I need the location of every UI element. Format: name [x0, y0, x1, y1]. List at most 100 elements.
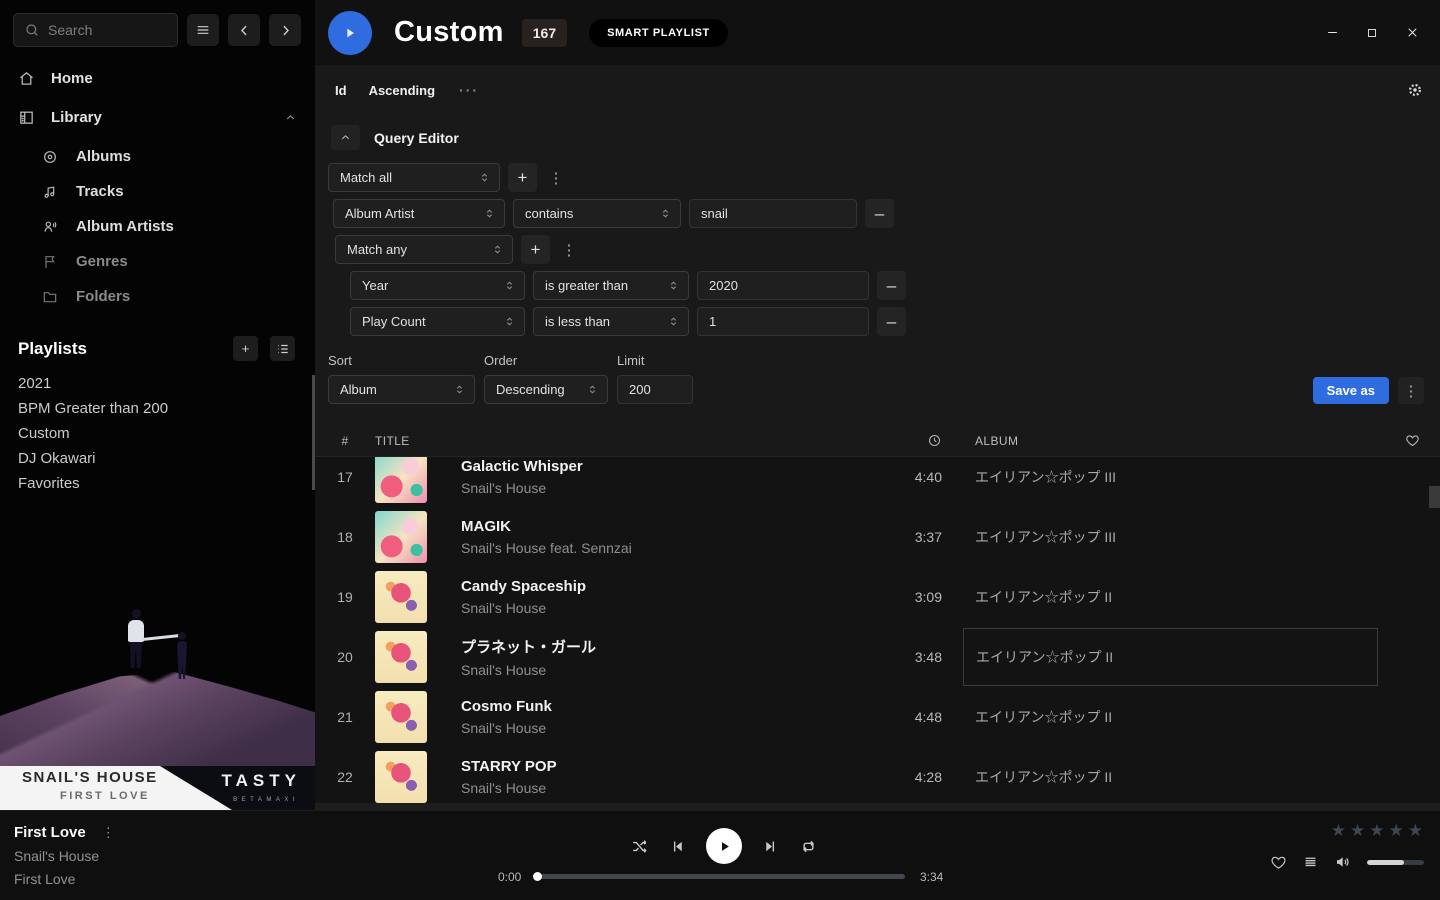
playlist-item[interactable]: BPM Greater than 200 [0, 396, 315, 421]
star-icon[interactable]: ★ [1369, 821, 1385, 841]
toolbar-more-button[interactable]: ··· [459, 82, 479, 98]
track-album[interactable]: エイリアン☆ポップ III [954, 507, 1384, 567]
play-pause-button[interactable] [706, 828, 742, 864]
track-artist[interactable]: Snail's House [461, 480, 874, 496]
remove-rule-button[interactable]: – [877, 307, 906, 336]
collapse-query-editor-button[interactable] [331, 125, 360, 150]
queue-button[interactable] [1302, 854, 1319, 871]
search-input[interactable] [48, 22, 166, 38]
track-album-focused-cell[interactable]: エイリアン☆ポップ II [963, 628, 1378, 686]
group-menu-button[interactable]: ⋮ [545, 163, 567, 192]
volume-button[interactable] [1334, 853, 1352, 871]
rule-operator-select[interactable]: is greater than [533, 271, 689, 300]
track-artist[interactable]: Snail's House feat. Sennzai [461, 540, 874, 556]
now-playing-artist[interactable]: Snail's House [14, 848, 115, 864]
playlist-item[interactable]: 2021 [0, 371, 315, 396]
star-icon[interactable]: ★ [1331, 821, 1347, 841]
add-rule-button[interactable]: + [521, 235, 550, 264]
rule-field-select[interactable]: Album Artist [333, 199, 505, 228]
list-toolbar: Id Ascending ··· [315, 65, 1440, 115]
shuffle-button[interactable] [630, 837, 649, 856]
table-row[interactable]: 21 Cosmo Funk Snail's House 4:48 エイリアン☆ポ… [315, 687, 1440, 747]
save-menu-button[interactable]: ⋮ [1398, 377, 1424, 404]
header-title[interactable]: TITLE [375, 434, 874, 448]
select-value: is greater than [545, 278, 628, 293]
sort-select[interactable]: Album [328, 375, 475, 404]
chevron-up-icon[interactable] [284, 111, 297, 124]
save-as-button[interactable]: Save as [1313, 377, 1389, 404]
track-artist[interactable]: Snail's House [461, 662, 874, 678]
rule-operator-select[interactable]: contains [513, 199, 681, 228]
menu-button[interactable] [187, 14, 219, 46]
header-num[interactable]: # [315, 434, 375, 448]
window-minimize-button[interactable] [1312, 13, 1352, 53]
track-album[interactable]: エイリアン☆ポップ II [954, 567, 1384, 627]
star-icon[interactable]: ★ [1350, 821, 1366, 841]
rule-value-input[interactable] [689, 199, 857, 228]
track-album[interactable]: エイリアン☆ポップ II [954, 687, 1384, 747]
sidebar-item-library[interactable]: Library [0, 98, 315, 137]
add-playlist-button[interactable]: + [233, 336, 258, 361]
star-icon[interactable]: ★ [1389, 821, 1405, 841]
playlist-item[interactable]: Custom [0, 421, 315, 446]
rule-operator-select[interactable]: is less than [533, 307, 689, 336]
sidebar-item-genres[interactable]: Genres [0, 244, 315, 279]
remove-rule-button[interactable]: – [877, 271, 906, 300]
sidebar-item-album-artists[interactable]: Album Artists [0, 209, 315, 244]
track-artist[interactable]: Snail's House [461, 720, 874, 736]
playlist-list-button[interactable] [270, 336, 295, 361]
sidebar-item-albums[interactable]: Albums [0, 139, 315, 174]
track-artist[interactable]: Snail's House [461, 600, 874, 616]
nav-back-button[interactable] [228, 14, 260, 46]
track-list: # TITLE ALBUM 17 [315, 425, 1440, 810]
track-album[interactable]: エイリアン☆ポップ II [954, 747, 1384, 807]
list-settings-button[interactable] [1406, 81, 1424, 99]
header-album[interactable]: ALBUM [954, 434, 1384, 448]
volume-slider[interactable] [1367, 860, 1424, 865]
window-close-button[interactable] [1392, 13, 1432, 53]
nav-forward-button[interactable] [269, 14, 301, 46]
star-icon[interactable]: ★ [1408, 821, 1424, 841]
rule-value-input[interactable] [697, 271, 869, 300]
table-row[interactable]: 22 STARRY POP Snail's House 4:28 エイリアン☆ポ… [315, 747, 1440, 807]
now-playing-album-art[interactable]: SNAIL'S HOUSE FIRST LOVE TASTY BETAMAXI [0, 495, 315, 810]
favorite-button[interactable] [1270, 854, 1287, 871]
sort-field-button[interactable]: Id [335, 83, 347, 98]
header-favorite[interactable] [1384, 433, 1440, 448]
now-playing-menu-button[interactable]: ⋮ [102, 825, 115, 841]
rule-field-select[interactable]: Play Count [350, 307, 525, 336]
sidebar-item-home[interactable]: Home [0, 59, 315, 98]
sidebar-item-label: Folders [76, 288, 130, 305]
rule-value-input[interactable] [697, 307, 869, 336]
rule-field-select[interactable]: Year [350, 271, 525, 300]
remove-rule-button[interactable]: – [865, 199, 894, 228]
sidebar-item-tracks[interactable]: Tracks [0, 174, 315, 209]
sidebar-item-folders[interactable]: Folders [0, 279, 315, 314]
table-row[interactable]: 20 プラネット・ガール Snail's House 3:48 エイリアン☆ポッ… [315, 627, 1440, 687]
track-list-horizontal-scrollbar[interactable] [315, 803, 1440, 810]
seek-bar[interactable] [535, 874, 905, 879]
next-track-button[interactable] [762, 838, 779, 855]
match-type-select[interactable]: Match all [328, 163, 500, 192]
previous-track-button[interactable] [669, 838, 686, 855]
add-rule-button[interactable]: + [508, 163, 537, 192]
header-duration[interactable] [874, 433, 954, 448]
search-box[interactable] [13, 13, 178, 47]
table-row[interactable]: 19 Candy Spaceship Snail's House 3:09 エイ… [315, 567, 1440, 627]
play-playlist-button[interactable] [328, 11, 372, 55]
track-list-scrollbar[interactable] [1429, 486, 1440, 508]
repeat-button[interactable] [799, 837, 818, 856]
table-row[interactable]: 18 MAGIK Snail's House feat. Sennzai 3:3… [315, 507, 1440, 567]
sort-direction-button[interactable]: Ascending [369, 83, 435, 98]
order-select[interactable]: Descending [484, 375, 608, 404]
match-type-select[interactable]: Match any [335, 235, 513, 264]
seek-thumb[interactable] [533, 872, 542, 881]
window-maximize-button[interactable] [1352, 13, 1392, 53]
playlist-item[interactable]: DJ Okawari [0, 446, 315, 471]
limit-input[interactable] [617, 375, 693, 404]
rating-stars[interactable]: ★ ★ ★ ★ ★ [1331, 821, 1424, 841]
group-menu-button[interactable]: ⋮ [558, 235, 580, 264]
playlist-item[interactable]: Favorites [0, 471, 315, 496]
now-playing-album[interactable]: First Love [14, 871, 115, 887]
track-artist[interactable]: Snail's House [461, 780, 874, 796]
